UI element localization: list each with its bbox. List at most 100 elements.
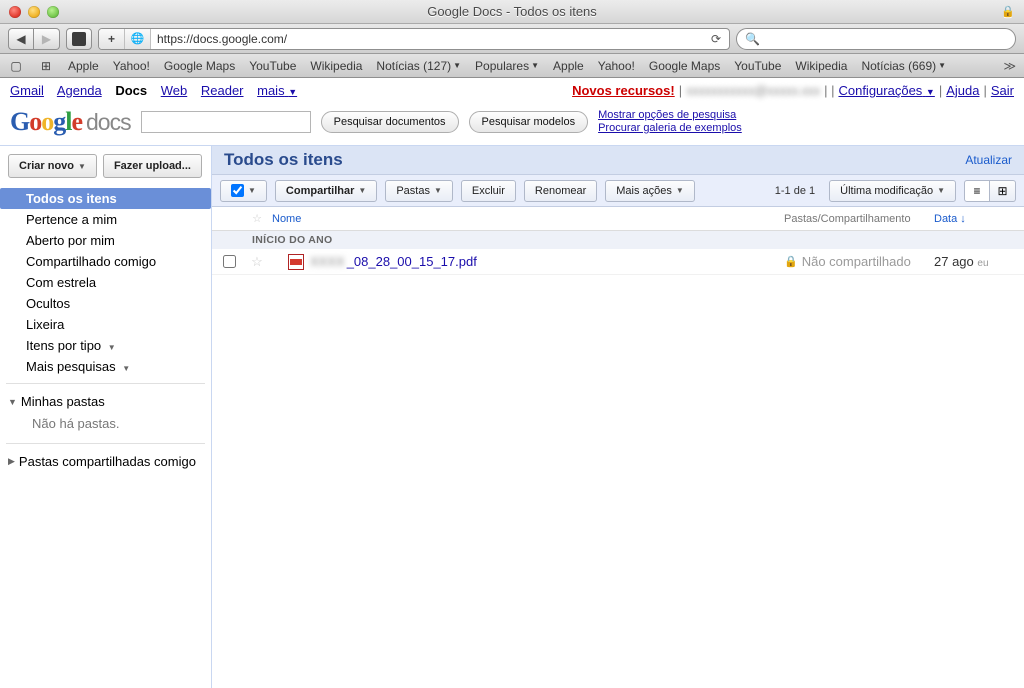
sidebar: Criar novo▼ Fazer upload... Todos os ite… [0, 146, 212, 688]
content-header: Todos os itens Atualizar [212, 146, 1024, 175]
bookmark-item[interactable]: Apple [68, 59, 99, 73]
reload-button[interactable]: ⟳ [703, 32, 729, 46]
sidebar-item-owned[interactable]: Pertence a mim [6, 209, 205, 230]
sort-button[interactable]: Última modificação▼ [829, 180, 956, 202]
star-column[interactable]: ☆ [246, 212, 268, 225]
url-input[interactable] [151, 32, 703, 46]
add-bookmark-button[interactable]: + [99, 29, 125, 49]
no-folders-text: Não há pastas. [6, 413, 205, 437]
settings-link[interactable]: Configurações ▼ [838, 83, 934, 98]
traffic-lights [9, 6, 59, 18]
row-date: 27 ago eu [934, 254, 1024, 269]
signout-link[interactable]: Sair [991, 83, 1014, 98]
date-column-header[interactable]: Data ↓ [934, 213, 966, 225]
create-new-button[interactable]: Criar novo▼ [8, 154, 97, 178]
browser-toolbar: ◀ ▶ + 🌐 ⟳ 🔍 [0, 24, 1024, 54]
sidebar-item-all[interactable]: Todos os itens [0, 188, 211, 209]
bookmarks-overflow[interactable]: ≫ [1003, 59, 1016, 73]
browse-template-gallery-link[interactable]: Procurar galeria de exemplos [598, 122, 742, 135]
row-star[interactable]: ☆ [246, 254, 268, 270]
google-bar: Gmail Agenda Docs Web Reader mais ▼ Novo… [0, 78, 1024, 103]
show-bookmarks-icon[interactable]: ▢ [8, 59, 24, 73]
shared-folders-header[interactable]: ▶Pastas compartilhadas comigo [6, 450, 205, 473]
minimize-window-button[interactable] [28, 6, 40, 18]
show-search-options-link[interactable]: Mostrar opções de pesquisa [598, 109, 742, 122]
content-pane: Todos os itens Atualizar ▼ Compartilhar▼… [212, 146, 1024, 688]
search-documents-button[interactable]: Pesquisar documentos [321, 111, 459, 133]
sidebar-item-opened[interactable]: Aberto por mim [6, 230, 205, 251]
app-header: Google docs Pesquisar documentos Pesquis… [0, 103, 1024, 146]
window-titlebar: Google Docs - Todos os itens 🔒 [0, 0, 1024, 24]
zoom-window-button[interactable] [47, 6, 59, 18]
gbar-docs[interactable]: Docs [115, 83, 147, 98]
account-email[interactable]: xxxxxxxxxxx@xxxxx.xxx [686, 83, 820, 98]
name-column-header[interactable]: Nome [272, 213, 301, 225]
folders-button[interactable]: Pastas▼ [385, 180, 453, 202]
my-folders-header[interactable]: ▼Minhas pastas [6, 390, 205, 413]
bookmark-item[interactable]: Yahoo! [113, 59, 150, 73]
content-toolbar: ▼ Compartilhar▼ Pastas▼ Excluir Renomear… [212, 175, 1024, 207]
pdf-icon [288, 254, 304, 270]
group-header: INÍCIO DO ANO [212, 231, 1024, 249]
window-title: Google Docs - Todos os itens [427, 4, 597, 19]
page-title: Todos os itens [224, 150, 343, 170]
docs-search-input[interactable] [141, 111, 311, 133]
bookmark-item[interactable]: Google Maps [164, 59, 235, 73]
evernote-button[interactable] [66, 28, 92, 50]
upload-button[interactable]: Fazer upload... [103, 154, 202, 178]
sidebar-item-shared[interactable]: Compartilhado comigo [6, 251, 205, 272]
refresh-link[interactable]: Atualizar [965, 153, 1012, 167]
file-name-link[interactable]: XXXX_08_28_00_15_17.pdf [310, 254, 784, 269]
new-features-link[interactable]: Novos recursos! [572, 83, 675, 98]
private-icon: 🔒 [784, 255, 798, 268]
main-area: Criar novo▼ Fazer upload... Todos os ite… [0, 146, 1024, 688]
top-sites-icon[interactable]: ⊞ [38, 59, 54, 73]
master-checkbox[interactable] [231, 184, 244, 197]
sidebar-item-more-searches[interactable]: Mais pesquisas ▼ [6, 356, 205, 377]
select-all-checkbox[interactable]: ▼ [220, 180, 267, 202]
item-count: 1-1 de 1 [775, 185, 815, 197]
row-sharing: 🔒 Não compartilhado [784, 254, 934, 269]
back-button[interactable]: ◀ [8, 28, 34, 50]
forward-button[interactable]: ▶ [34, 28, 60, 50]
sidebar-item-hidden[interactable]: Ocultos [6, 293, 205, 314]
bookmark-folder[interactable]: Notícias (127)▼ [376, 59, 461, 73]
delete-button[interactable]: Excluir [461, 180, 516, 202]
sidebar-item-starred[interactable]: Com estrela [6, 272, 205, 293]
row-checkbox[interactable] [223, 255, 236, 268]
gbar-gmail[interactable]: Gmail [10, 83, 44, 98]
sidebar-item-trash[interactable]: Lixeira [6, 314, 205, 335]
more-actions-button[interactable]: Mais ações▼ [605, 180, 695, 202]
google-docs-logo[interactable]: Google docs [10, 107, 131, 137]
bookmark-item[interactable]: Google Maps [649, 59, 720, 73]
gbar-more[interactable]: mais ▼ [257, 83, 297, 98]
gbar-web[interactable]: Web [161, 83, 188, 98]
bookmark-item[interactable]: Wikipedia [795, 59, 847, 73]
share-column-header[interactable]: Pastas/Compartilhamento [784, 213, 934, 225]
bookmark-item[interactable]: Wikipedia [310, 59, 362, 73]
rename-button[interactable]: Renomear [524, 180, 597, 202]
search-templates-button[interactable]: Pesquisar modelos [469, 111, 589, 133]
bookmark-item[interactable]: Yahoo! [598, 59, 635, 73]
share-button[interactable]: Compartilhar▼ [275, 180, 377, 202]
bookmark-item[interactable]: YouTube [734, 59, 781, 73]
site-identity-button[interactable]: 🌐 [125, 29, 151, 49]
address-bar: + 🌐 ⟳ [98, 28, 730, 50]
view-toggle: ≡ ⊞ [964, 180, 1016, 202]
bookmark-folder[interactable]: Notícias (669)▼ [861, 59, 946, 73]
bookmark-item[interactable]: Apple [553, 59, 584, 73]
bookmarks-bar: ▢ ⊞ Apple Yahoo! Google Maps YouTube Wik… [0, 54, 1024, 78]
gbar-agenda[interactable]: Agenda [57, 83, 102, 98]
gbar-reader[interactable]: Reader [201, 83, 244, 98]
close-window-button[interactable] [9, 6, 21, 18]
column-headers: ☆ Nome Pastas/Compartilhamento Data ↓ [212, 207, 1024, 231]
sidebar-item-by-type[interactable]: Itens por tipo ▼ [6, 335, 205, 356]
bookmark-item[interactable]: YouTube [249, 59, 296, 73]
table-row: ☆ XXXX_08_28_00_15_17.pdf 🔒 Não comparti… [212, 249, 1024, 275]
logo-product: docs [86, 109, 131, 136]
help-link[interactable]: Ajuda [946, 83, 979, 98]
list-view-button[interactable]: ≡ [964, 180, 990, 202]
bookmark-folder[interactable]: Populares▼ [475, 59, 539, 73]
grid-view-button[interactable]: ⊞ [990, 180, 1016, 202]
browser-search-field[interactable]: 🔍 [736, 28, 1016, 50]
